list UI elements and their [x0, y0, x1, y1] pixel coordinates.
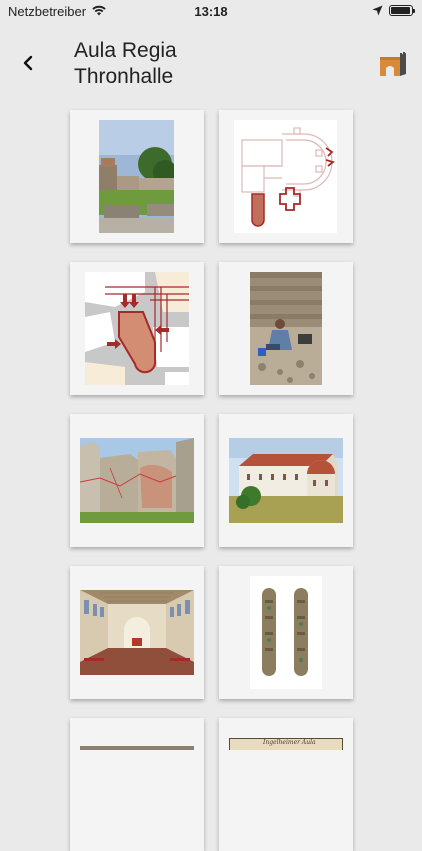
page-title-line2: Thronhalle — [74, 65, 174, 88]
gallery-item[interactable] — [219, 262, 353, 395]
gallery-item[interactable] — [219, 110, 353, 243]
excavation-photo — [250, 272, 322, 385]
manuscript-caption: Ingelheimer Aula — [263, 739, 316, 746]
chevron-left-icon[interactable] — [18, 52, 40, 74]
page-title-line1: Aula Regia — [74, 39, 177, 62]
clock: 13:18 — [194, 4, 228, 19]
basilica-photo — [229, 438, 343, 523]
artifacts-photo — [250, 576, 322, 689]
gallery-item[interactable] — [219, 414, 353, 547]
floor-plan-image — [234, 120, 337, 233]
site-map-image — [85, 272, 189, 385]
partial-photo — [80, 746, 194, 750]
gallery-item[interactable] — [70, 414, 204, 547]
page-title: Aula Regia Thronhalle — [74, 38, 177, 90]
castle-logo-icon[interactable] — [378, 52, 408, 78]
gallery-item[interactable] — [70, 110, 204, 243]
gallery-item[interactable]: Ingelheimer Aula — [219, 718, 353, 851]
battery-icon — [389, 5, 415, 16]
gallery-item[interactable] — [70, 718, 204, 851]
interior-rendering-image — [80, 590, 194, 675]
gallery-item[interactable] — [70, 262, 204, 395]
gallery-item[interactable] — [219, 566, 353, 699]
ruins-photo — [99, 120, 174, 233]
status-bar: Netzbetreiber 13:18 — [0, 0, 422, 22]
location-arrow-icon — [372, 5, 383, 16]
wall-reconstruction-photo — [80, 438, 194, 523]
gallery-item[interactable] — [70, 566, 204, 699]
